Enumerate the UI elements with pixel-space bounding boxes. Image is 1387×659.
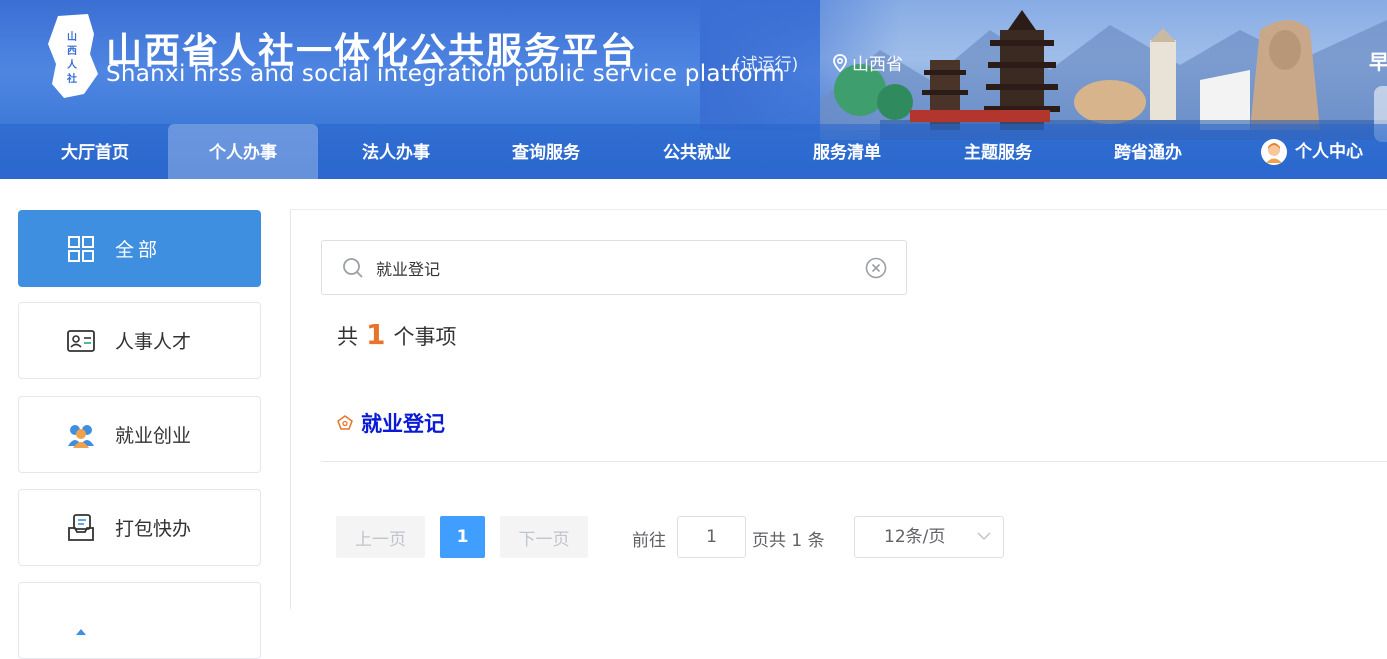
service-item-icon — [337, 415, 353, 430]
result-divider — [321, 461, 1387, 462]
result-item-link[interactable]: 就业登记 — [361, 408, 445, 438]
nav-user-center[interactable]: 个人中心 — [1237, 124, 1387, 179]
partial-icon — [67, 607, 95, 635]
goto-page-input[interactable]: 1 — [677, 516, 746, 558]
next-page-button[interactable]: 下一页 — [500, 516, 588, 558]
package-icon — [67, 513, 95, 542]
search-box — [321, 240, 907, 295]
svg-text:社: 社 — [66, 72, 77, 85]
sidebar-item-all[interactable]: 全部 — [18, 210, 261, 287]
shanxi-logo-icon: 山 西 人 社 — [48, 14, 98, 98]
user-center-label: 个人中心 — [1295, 141, 1363, 162]
location-pin-icon — [833, 53, 847, 72]
nav-item-cross-province[interactable]: 跨省通办 — [1073, 124, 1223, 179]
goto-suffix-label: 页共 1 条 — [752, 531, 825, 551]
content-top-border — [290, 209, 1387, 210]
page-number-current[interactable]: 1 — [440, 516, 485, 558]
main-nav: 大厅首页 个人办事 法人办事 查询服务 公共就业 服务清单 主题服务 跨省通办 … — [0, 124, 1387, 179]
prev-page-button[interactable]: 上一页 — [336, 516, 425, 558]
nav-item-home[interactable]: 大厅首页 — [20, 124, 170, 179]
result-count-prefix: 共 — [337, 325, 358, 349]
search-icon — [343, 258, 363, 278]
nav-item-service-list[interactable]: 服务清单 — [772, 124, 922, 179]
goto-prefix-label: 前往 — [632, 531, 666, 551]
search-input[interactable] — [376, 253, 856, 283]
svg-text:山: 山 — [67, 30, 77, 43]
chevron-down-icon — [977, 532, 991, 541]
nav-item-employment[interactable]: 公共就业 — [622, 124, 772, 179]
site-header: 山 西 人 社 山西省人社一体化公共服务平台 Shanxi hrss and s… — [0, 0, 1387, 179]
user-avatar-icon — [1261, 138, 1287, 165]
nav-item-corporate[interactable]: 法人办事 — [321, 124, 471, 179]
result-item[interactable]: 就业登记 — [337, 408, 445, 438]
sidebar-item-label: 全部 — [115, 239, 162, 261]
content-divider — [290, 209, 291, 609]
sidebar-item-employment[interactable]: 就业创业 — [18, 396, 261, 473]
trial-run-label: (试运行) — [734, 55, 799, 75]
site-title-english: Shanxi hrss and social integration publi… — [106, 61, 785, 87]
svg-text:西: 西 — [67, 45, 77, 57]
result-count-suffix: 个事项 — [393, 325, 457, 349]
people-icon — [67, 421, 95, 449]
sidebar-item-label: 人事人才 — [115, 331, 192, 353]
page-size-select[interactable]: 12条/页 — [854, 516, 1004, 558]
page-size-value: 12条/页 — [884, 527, 946, 547]
location-label: 山西省 — [852, 55, 903, 75]
nav-item-personal[interactable]: 个人办事 — [168, 124, 318, 179]
sidebar-item-label: 就业创业 — [115, 425, 192, 447]
sidebar-item-more[interactable] — [18, 582, 261, 659]
result-count-number: 1 — [366, 318, 386, 351]
nav-item-theme[interactable]: 主题服务 — [923, 124, 1073, 179]
nav-item-query[interactable]: 查询服务 — [471, 124, 621, 179]
sidebar-item-package[interactable]: 打包快办 — [18, 489, 261, 566]
landmarks-scenery-image — [820, 10, 1387, 140]
svg-text:人: 人 — [67, 58, 78, 71]
sidebar-item-label: 打包快办 — [115, 518, 192, 540]
sidebar-item-personnel[interactable]: 人事人才 — [18, 302, 261, 379]
grid-icon — [67, 235, 95, 263]
greeting-text: 早 — [1369, 50, 1387, 74]
id-card-icon — [67, 327, 95, 355]
result-count: 共 1 个事项 — [337, 318, 456, 351]
clear-search-icon[interactable] — [865, 257, 887, 279]
location-selector[interactable]: 山西省 — [832, 50, 903, 75]
